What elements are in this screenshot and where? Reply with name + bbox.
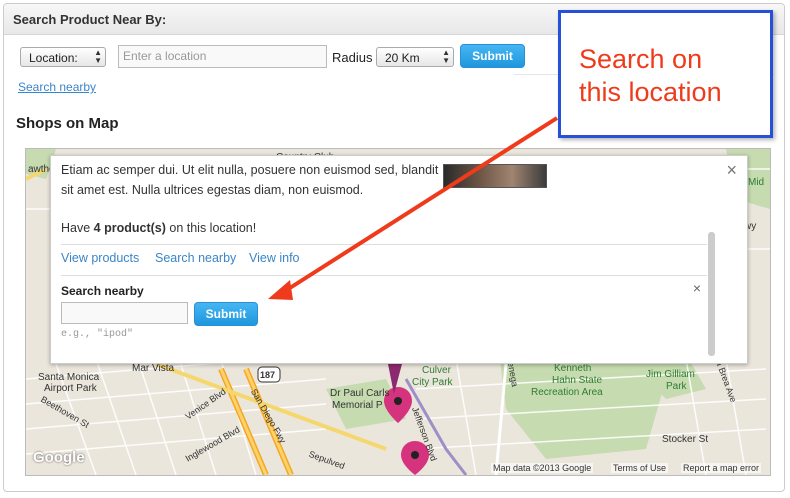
panel-title: Search Product Near By: <box>13 12 167 27</box>
product-count-text: Have 4 product(s) on this location! <box>61 221 256 235</box>
info-body-line2: sit amet est. Nulla ultrices egestas dia… <box>61 183 364 197</box>
map-label: Kenneth <box>554 363 592 374</box>
view-products-link[interactable]: View products <box>61 251 139 265</box>
report-map-error-link[interactable]: Report a map error <box>681 463 762 473</box>
info-window: Etiam ac semper dui. Ut elit nulla, posu… <box>50 155 748 364</box>
select-arrows-icon: ▲ ▼ <box>94 48 102 65</box>
location-type-value: Location: <box>29 51 78 65</box>
map-label: Mid <box>748 177 765 188</box>
map-label: Hahn State <box>552 375 603 386</box>
map-label: Dr Paul Carls <box>330 388 390 399</box>
divider <box>61 275 707 276</box>
annotation-line1: Search on <box>579 44 703 74</box>
info-body-line1: Etiam ac semper dui. Ut elit nulla, posu… <box>61 163 439 177</box>
map-label: Culver <box>422 365 451 376</box>
select-arrows-icon: ▲ ▼ <box>442 48 450 65</box>
close-search-nearby-icon[interactable]: × <box>693 280 701 296</box>
nearby-submit-button[interactable]: Submit <box>194 302 258 326</box>
map-label: Park <box>666 381 687 392</box>
terms-of-use-link[interactable]: Terms of Use <box>611 463 669 473</box>
radius-label: Radius <box>332 50 373 65</box>
annotation-text: Search on this location <box>579 43 722 109</box>
shops-map[interactable]: Country Club awthorne Mid wy Santa Monic… <box>25 148 771 476</box>
map-label: Recreation Area <box>531 387 603 398</box>
location-input[interactable]: Enter a location <box>118 45 327 68</box>
google-logo: Google <box>33 449 85 466</box>
map-label: Memorial P <box>332 400 383 411</box>
info-scrollbar[interactable] <box>708 232 715 356</box>
product-count: 4 product(s) <box>93 221 166 235</box>
divider <box>61 244 707 245</box>
close-info-window-icon[interactable]: × <box>726 160 737 181</box>
section-title: Shops on Map <box>16 115 119 132</box>
search-nearby-tab-link[interactable]: Search nearby <box>155 251 236 265</box>
shop-thumbnail-image <box>443 164 547 188</box>
have-suffix: on this location! <box>165 221 257 235</box>
radius-select[interactable]: 20 Km ▲ ▼ <box>376 47 454 67</box>
radius-value: 20 Km <box>385 51 420 65</box>
search-hint: e.g., "ipod" <box>61 329 134 340</box>
have-prefix: Have <box>61 221 94 235</box>
search-nearby-link[interactable]: Search nearby <box>18 80 96 94</box>
map-label: Airport Park <box>44 383 97 394</box>
view-info-link[interactable]: View info <box>249 251 300 265</box>
highway-shield-label: 187 <box>260 370 276 380</box>
map-label: City Park <box>412 377 453 388</box>
location-type-select[interactable]: Location: ▲ ▼ <box>20 47 106 67</box>
search-nearby-title: Search nearby <box>61 284 144 298</box>
map-label: Santa Monica <box>38 372 100 383</box>
nearby-search-input[interactable] <box>61 302 188 324</box>
annotation-callout-box: Search on this location <box>558 10 773 138</box>
map-label: Mar Vista <box>132 363 175 374</box>
annotation-line2: this location <box>579 77 722 107</box>
submit-button[interactable]: Submit <box>460 44 525 68</box>
map-data-credit: Map data ©2013 Google <box>491 463 594 473</box>
location-input-placeholder: Enter a location <box>123 49 207 63</box>
map-label: Stocker St <box>662 434 709 445</box>
map-label: Jim Gilliam <box>646 369 695 380</box>
